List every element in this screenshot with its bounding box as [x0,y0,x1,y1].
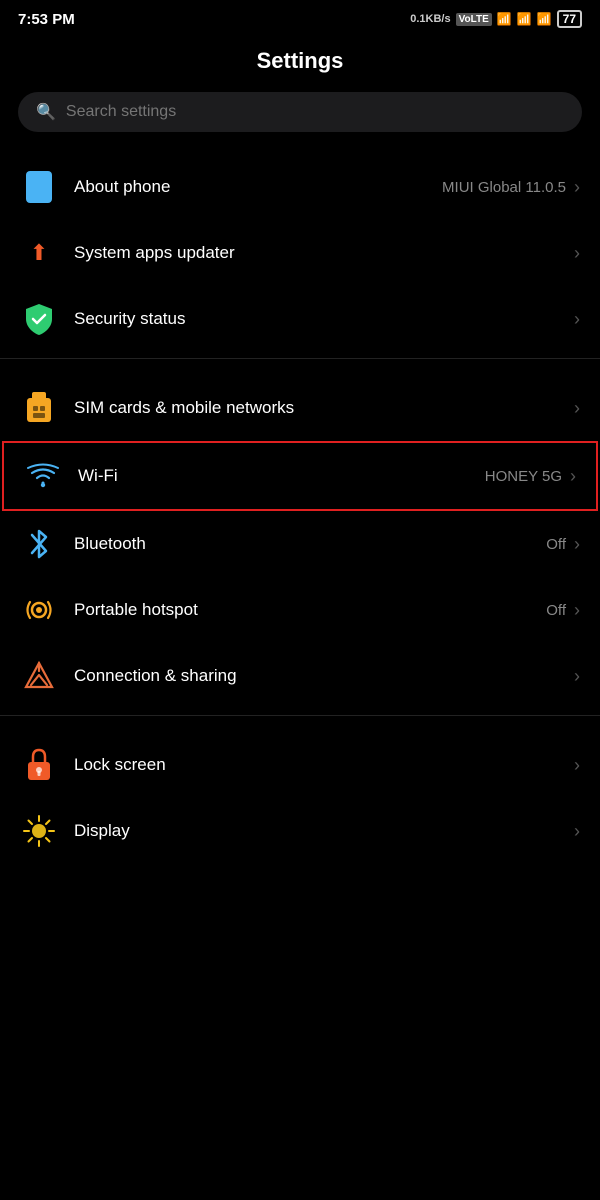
connection-icon [20,657,58,695]
bluetooth-value: Off [546,536,566,553]
shield-icon [20,300,58,338]
signal2-icon: 📶 [517,12,532,26]
hotspot-label: Portable hotspot [74,600,546,620]
display-chevron: › [574,821,580,842]
search-icon: 🔍 [36,102,56,122]
wifi-status-icon: 📶 [537,12,552,26]
system-apps-label: System apps updater [74,243,566,263]
volte-icon: VoLTE [456,13,492,26]
search-input[interactable] [66,103,564,121]
system-apps-chevron: › [574,243,580,264]
status-bar: 7:53 PM 0.1KB/s VoLTE 📶 📶 📶 77 [0,0,600,34]
sim-label: SIM cards & mobile networks [74,398,566,418]
lock-screen-chevron: › [574,755,580,776]
display-label: Display [74,821,566,841]
bluetooth-chevron: › [574,534,580,555]
sim-icon [20,389,58,427]
settings-item-connection[interactable]: Connection & sharing › [0,643,600,709]
connection-chevron: › [574,666,580,687]
hotspot-value: Off [546,602,566,619]
display-icon [20,812,58,850]
settings-item-about-phone[interactable]: About phone MIUI Global 11.0.5 › [0,154,600,220]
about-phone-value: MIUI Global 11.0.5 [442,179,566,196]
sim-chevron: › [574,398,580,419]
security-status-label: Security status [74,309,566,329]
settings-item-security[interactable]: Security status › [0,286,600,352]
status-icons: 0.1KB/s VoLTE 📶 📶 📶 77 [410,10,582,28]
signal-icon: 📶 [497,12,512,26]
speed-indicator: 0.1KB/s [410,13,450,25]
hotspot-icon [20,591,58,629]
settings-item-wifi[interactable]: Wi-Fi HONEY 5G › [2,441,598,511]
wifi-chevron: › [570,466,576,487]
hotspot-chevron: › [574,600,580,621]
lock-screen-label: Lock screen [74,755,566,775]
settings-list: About phone MIUI Global 11.0.5 › ⬆ Syste… [0,154,600,864]
spacer-2 [0,722,600,732]
about-phone-chevron: › [574,177,580,198]
divider-2 [0,715,600,716]
connection-label: Connection & sharing [74,666,566,686]
settings-item-display[interactable]: Display › [0,798,600,864]
settings-item-bluetooth[interactable]: Bluetooth Off › [0,511,600,577]
battery-icon: 77 [557,10,582,28]
settings-item-system-apps[interactable]: ⬆ System apps updater › [0,220,600,286]
wifi-label: Wi-Fi [78,466,485,486]
bluetooth-icon [20,525,58,563]
wifi-icon [24,457,62,495]
search-bar[interactable]: 🔍 [18,92,582,132]
divider-1 [0,358,600,359]
settings-item-sim[interactable]: SIM cards & mobile networks › [0,375,600,441]
lock-icon [20,746,58,784]
bluetooth-label: Bluetooth [74,534,546,554]
phone-icon [20,168,58,206]
arrow-up-icon: ⬆ [20,234,58,272]
status-time: 7:53 PM [18,11,75,28]
spacer-1 [0,365,600,375]
settings-item-hotspot[interactable]: Portable hotspot Off › [0,577,600,643]
settings-item-lockscreen[interactable]: Lock screen › [0,732,600,798]
security-chevron: › [574,309,580,330]
about-phone-label: About phone [74,177,442,197]
page-title: Settings [0,34,600,92]
wifi-value: HONEY 5G [485,468,562,485]
